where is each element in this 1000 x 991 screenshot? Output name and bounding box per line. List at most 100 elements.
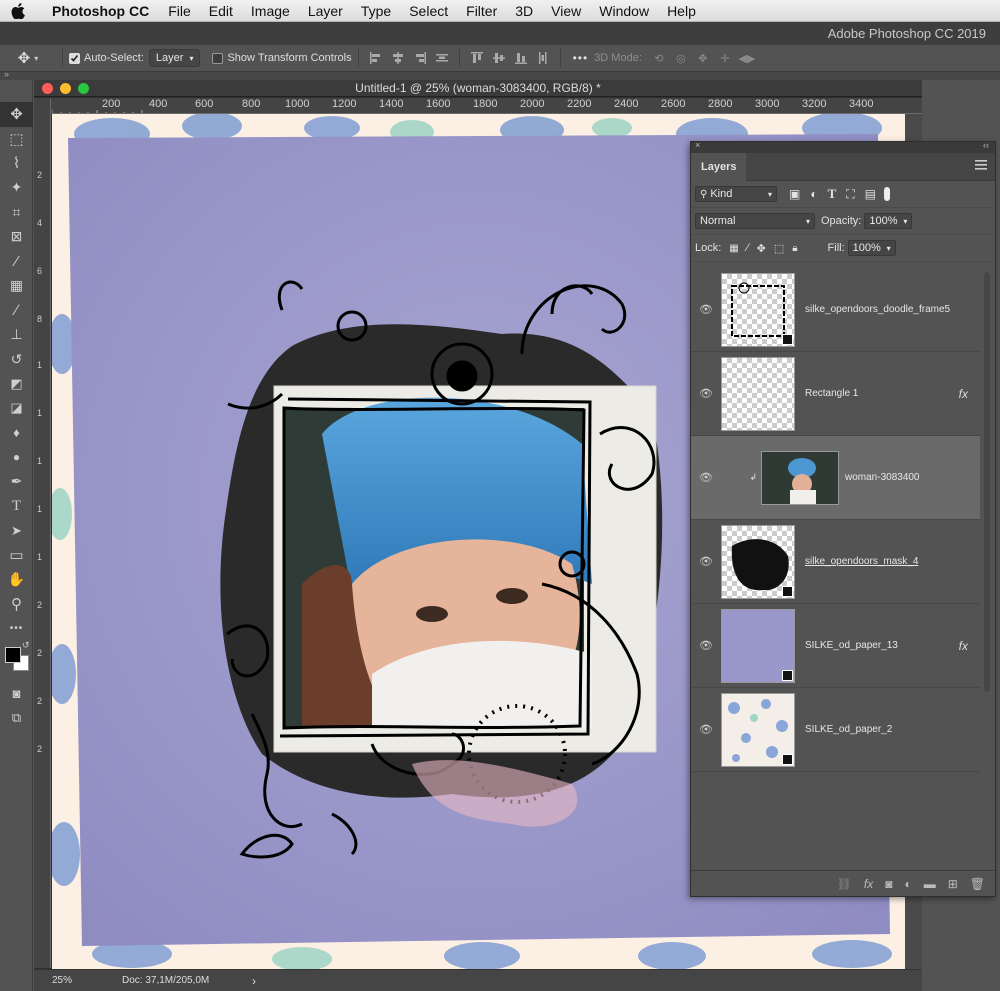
- filter-smart-object-icon[interactable]: ▤: [865, 187, 876, 201]
- filter-type-icon[interactable]: T: [828, 186, 837, 202]
- menu-type[interactable]: Type: [352, 3, 400, 19]
- lasso-tool[interactable]: ⌇: [0, 151, 33, 176]
- eye-icon[interactable]: 👁︎: [691, 555, 721, 568]
- lock-transparent-icon[interactable]: ▦: [729, 243, 738, 254]
- magic-wand-tool[interactable]: ✦: [0, 176, 33, 201]
- blur-tool[interactable]: ♦: [0, 421, 33, 446]
- menu-help[interactable]: Help: [658, 3, 705, 19]
- slide-3d-icon[interactable]: ✛: [714, 48, 736, 68]
- filter-shape-icon[interactable]: ⛶: [846, 187, 854, 202]
- auto-select-dropdown[interactable]: Layer ▾: [148, 49, 201, 67]
- orbit-3d-icon[interactable]: ⟲: [648, 48, 670, 68]
- align-top-icon[interactable]: [466, 48, 488, 68]
- expand-icon[interactable]: »: [4, 69, 9, 79]
- eyedropper-tool[interactable]: ⁄: [0, 249, 33, 274]
- scroll-thumb[interactable]: [984, 272, 990, 692]
- app-menu[interactable]: Photoshop CC: [36, 3, 159, 19]
- tool-preset-picker[interactable]: ✥ ▾: [0, 49, 56, 67]
- layer-row[interactable]: 👁︎ Rectangle 1 fx: [691, 352, 980, 436]
- eye-icon[interactable]: 👁︎: [691, 471, 721, 484]
- horizontal-ruler[interactable]: 200 400 600 800 1000 1200 1400 1600 1800…: [52, 98, 922, 114]
- eye-icon[interactable]: 👁︎: [691, 303, 721, 316]
- lock-position-icon[interactable]: ✥: [757, 242, 766, 255]
- lock-image-icon[interactable]: ∕: [747, 242, 749, 254]
- add-mask-icon[interactable]: ◙: [885, 877, 892, 891]
- close-panel-icon[interactable]: ×: [695, 140, 700, 150]
- type-tool[interactable]: T: [0, 494, 33, 519]
- status-menu-arrow[interactable]: ›: [252, 974, 256, 988]
- lock-all-icon[interactable]: 🔒︎: [792, 243, 797, 254]
- show-transform-checkbox[interactable]: [212, 52, 224, 64]
- eraser-tool[interactable]: ◩: [0, 372, 33, 397]
- menu-edit[interactable]: Edit: [200, 3, 242, 19]
- layer-row[interactable]: 👁︎ SILKE_od_paper_13 fx: [691, 604, 980, 688]
- paint-bucket-tool[interactable]: ◪: [0, 396, 33, 421]
- crop-tool[interactable]: ⌗: [0, 200, 33, 225]
- filter-toggle-icon[interactable]: [884, 187, 891, 201]
- auto-select-checkbox[interactable]: [69, 52, 80, 64]
- filter-pixel-icon[interactable]: ▣: [789, 187, 800, 201]
- layers-scrollbar[interactable]: [980, 268, 995, 868]
- adjustment-layer-icon[interactable]: ◐: [904, 877, 911, 891]
- tab-layers[interactable]: Layers: [691, 153, 747, 181]
- dodge-tool[interactable]: ●: [0, 445, 33, 470]
- eye-icon[interactable]: 👁︎: [691, 387, 721, 400]
- layer-row[interactable]: 👁︎ silke_opendoors_doodle_frame5: [691, 268, 980, 352]
- menu-file[interactable]: File: [159, 3, 200, 19]
- eye-icon[interactable]: 👁︎: [691, 639, 721, 652]
- align-right-icon[interactable]: [409, 48, 431, 68]
- drag-3d-icon[interactable]: ✥: [692, 48, 714, 68]
- menu-window[interactable]: Window: [590, 3, 658, 19]
- clone-stamp-tool[interactable]: ⊥: [0, 323, 33, 348]
- quick-mask-button[interactable]: ◙: [0, 681, 33, 706]
- minimize-window-icon[interactable]: [60, 83, 71, 94]
- zoom-tool[interactable]: ⚲: [0, 592, 33, 617]
- foreground-color-swatch[interactable]: [5, 647, 21, 663]
- layer-row-selected[interactable]: 👁︎ ↲ woman-3083400: [691, 436, 980, 520]
- roll-3d-icon[interactable]: ◎: [670, 48, 692, 68]
- frame-tool[interactable]: ⊠: [0, 225, 33, 250]
- menu-filter[interactable]: Filter: [457, 3, 506, 19]
- rectangle-tool[interactable]: ▭: [0, 543, 33, 568]
- layer-row[interactable]: 👁︎ silke_opendoors_mask_4: [691, 520, 980, 604]
- menu-select[interactable]: Select: [400, 3, 457, 19]
- brush-tool[interactable]: ∕: [0, 298, 33, 323]
- swap-colors-icon[interactable]: ↺: [22, 640, 30, 651]
- new-group-icon[interactable]: ▬: [924, 877, 936, 891]
- menu-3d[interactable]: 3D: [506, 3, 542, 19]
- menu-image[interactable]: Image: [242, 3, 299, 19]
- vertical-ruler[interactable]: 2 4 6 8 1 1 1 1 1 2 2 2 2: [34, 98, 51, 968]
- more-options-button[interactable]: •••: [573, 51, 589, 65]
- apple-menu-icon[interactable]: [0, 2, 36, 19]
- lock-artboard-icon[interactable]: ⬚: [774, 242, 784, 255]
- distribute-horizontal-icon[interactable]: [431, 48, 453, 68]
- marquee-tool[interactable]: ⬚: [0, 127, 33, 152]
- history-brush-tool[interactable]: ↺: [0, 347, 33, 372]
- link-layers-icon[interactable]: ⛓: [837, 877, 852, 891]
- filter-adjustment-icon[interactable]: ◐: [810, 187, 817, 201]
- new-layer-icon[interactable]: ⊞: [948, 877, 958, 891]
- delete-layer-icon[interactable]: 🗑︎: [970, 877, 985, 891]
- pen-tool[interactable]: ✒: [0, 470, 33, 495]
- align-center-icon[interactable]: [387, 48, 409, 68]
- layer-effects-icon[interactable]: fx: [959, 639, 968, 653]
- add-layer-style-icon[interactable]: fx: [864, 877, 873, 891]
- hand-tool[interactable]: ✋: [0, 568, 33, 593]
- path-selection-tool[interactable]: ➤: [0, 519, 33, 544]
- panel-menu-icon[interactable]: [975, 160, 987, 170]
- blend-mode-dropdown[interactable]: Normal ▾: [695, 213, 815, 229]
- close-window-icon[interactable]: [42, 83, 53, 94]
- layer-effects-icon[interactable]: fx: [959, 387, 968, 401]
- eye-icon[interactable]: 👁︎: [691, 723, 721, 736]
- align-bottom-icon[interactable]: [510, 48, 532, 68]
- more-tools[interactable]: •••: [0, 617, 33, 642]
- screen-mode-button[interactable]: ⧉: [0, 706, 33, 731]
- healing-brush-tool[interactable]: ▦: [0, 274, 33, 299]
- fill-field[interactable]: 100% ▾: [847, 240, 896, 256]
- zoom-window-icon[interactable]: [78, 83, 89, 94]
- move-tool[interactable]: ✥: [0, 102, 33, 127]
- filter-kind-dropdown[interactable]: ⚲ Kind ▾: [695, 186, 777, 202]
- zoom-level[interactable]: 25%: [52, 975, 122, 986]
- opacity-field[interactable]: 100% ▾: [864, 213, 913, 229]
- layer-row[interactable]: 👁︎ SILKE_od_paper_2: [691, 688, 980, 772]
